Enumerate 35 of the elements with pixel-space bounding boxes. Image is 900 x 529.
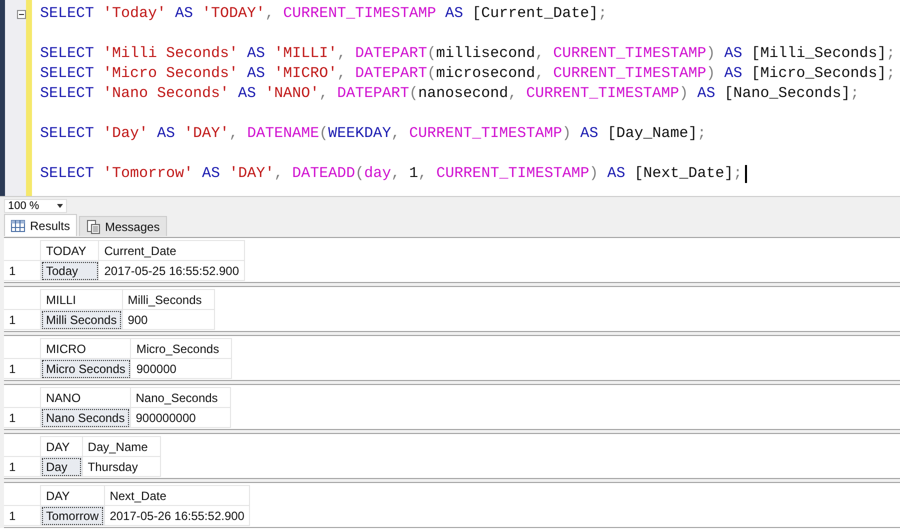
table-cell[interactable]: 900000000 <box>130 408 230 428</box>
table-cell[interactable]: Micro Seconds <box>40 358 131 378</box>
code-line: SELECT 'Tomorrow' AS 'DAY', DATEADD(day, 1, CURRENT_TIMESTAMP) AS [Next_Date]; <box>40 164 742 184</box>
code-line: SELECT 'Today' AS 'TODAY', CURRENT_TIMESTAMP AS [Current_Date]; <box>40 4 608 24</box>
column-header[interactable]: MILLI <box>40 290 122 310</box>
document-icon <box>86 220 100 234</box>
column-header[interactable]: Micro_Seconds <box>130 338 232 358</box>
table-cell[interactable]: Thursday <box>82 456 160 476</box>
table-cell[interactable]: 900 <box>122 310 214 330</box>
table-cell[interactable]: Milli Seconds <box>40 310 122 330</box>
column-header[interactable]: MICRO <box>40 338 131 358</box>
zoom-dropdown[interactable]: 100 % <box>4 198 68 212</box>
table-cell[interactable]: 900000 <box>130 358 232 378</box>
code-line: SELECT 'Day' AS 'DAY', DATENAME(WEEKDAY, CURRENT_TIMESTAMP) AS [Day_Name]; <box>40 124 706 144</box>
table-cell[interactable]: Day <box>40 456 82 476</box>
table-cell[interactable]: Tomorrow <box>40 506 104 526</box>
code-line: SELECT 'Micro Seconds' AS 'MICRO', DATEPART(microsecond, CURRENT_TIMESTAMP) AS [Micro_Seconds]; <box>40 64 896 84</box>
column-header[interactable]: Next_Date <box>104 486 250 506</box>
dropdown-caret-icon <box>57 204 64 208</box>
column-header[interactable]: NANO <box>40 388 130 408</box>
collapse-icon[interactable] <box>17 10 26 18</box>
column-header[interactable]: Day_Name <box>82 436 160 456</box>
table-cell[interactable]: 2017-05-25 16:55:52.900 <box>98 260 245 280</box>
results-tab[interactable]: Messages <box>79 216 167 236</box>
results-tab[interactable]: Results <box>4 214 78 236</box>
code-line: SELECT 'Milli Seconds' AS 'MILLI', DATEPART(millisecond, CURRENT_TIMESTAMP) AS [Milli_Seconds]; <box>40 44 896 64</box>
code-line: SELECT 'Nano Seconds' AS 'NANO', DATEPART(nanosecond, CURRENT_TIMESTAMP) AS [Nano_Seconds]; <box>40 84 860 104</box>
column-header[interactable]: Milli_Seconds <box>122 290 214 310</box>
table-cell[interactable]: Nano Seconds <box>40 408 130 428</box>
column-header[interactable]: Nano_Seconds <box>130 388 230 408</box>
table-cell[interactable]: 2017-05-26 16:55:52.900 <box>104 506 250 526</box>
grid-icon <box>11 220 25 232</box>
table-cell[interactable]: Today <box>40 260 99 280</box>
column-header[interactable]: Current_Date <box>98 240 245 260</box>
text-cursor <box>745 165 747 183</box>
